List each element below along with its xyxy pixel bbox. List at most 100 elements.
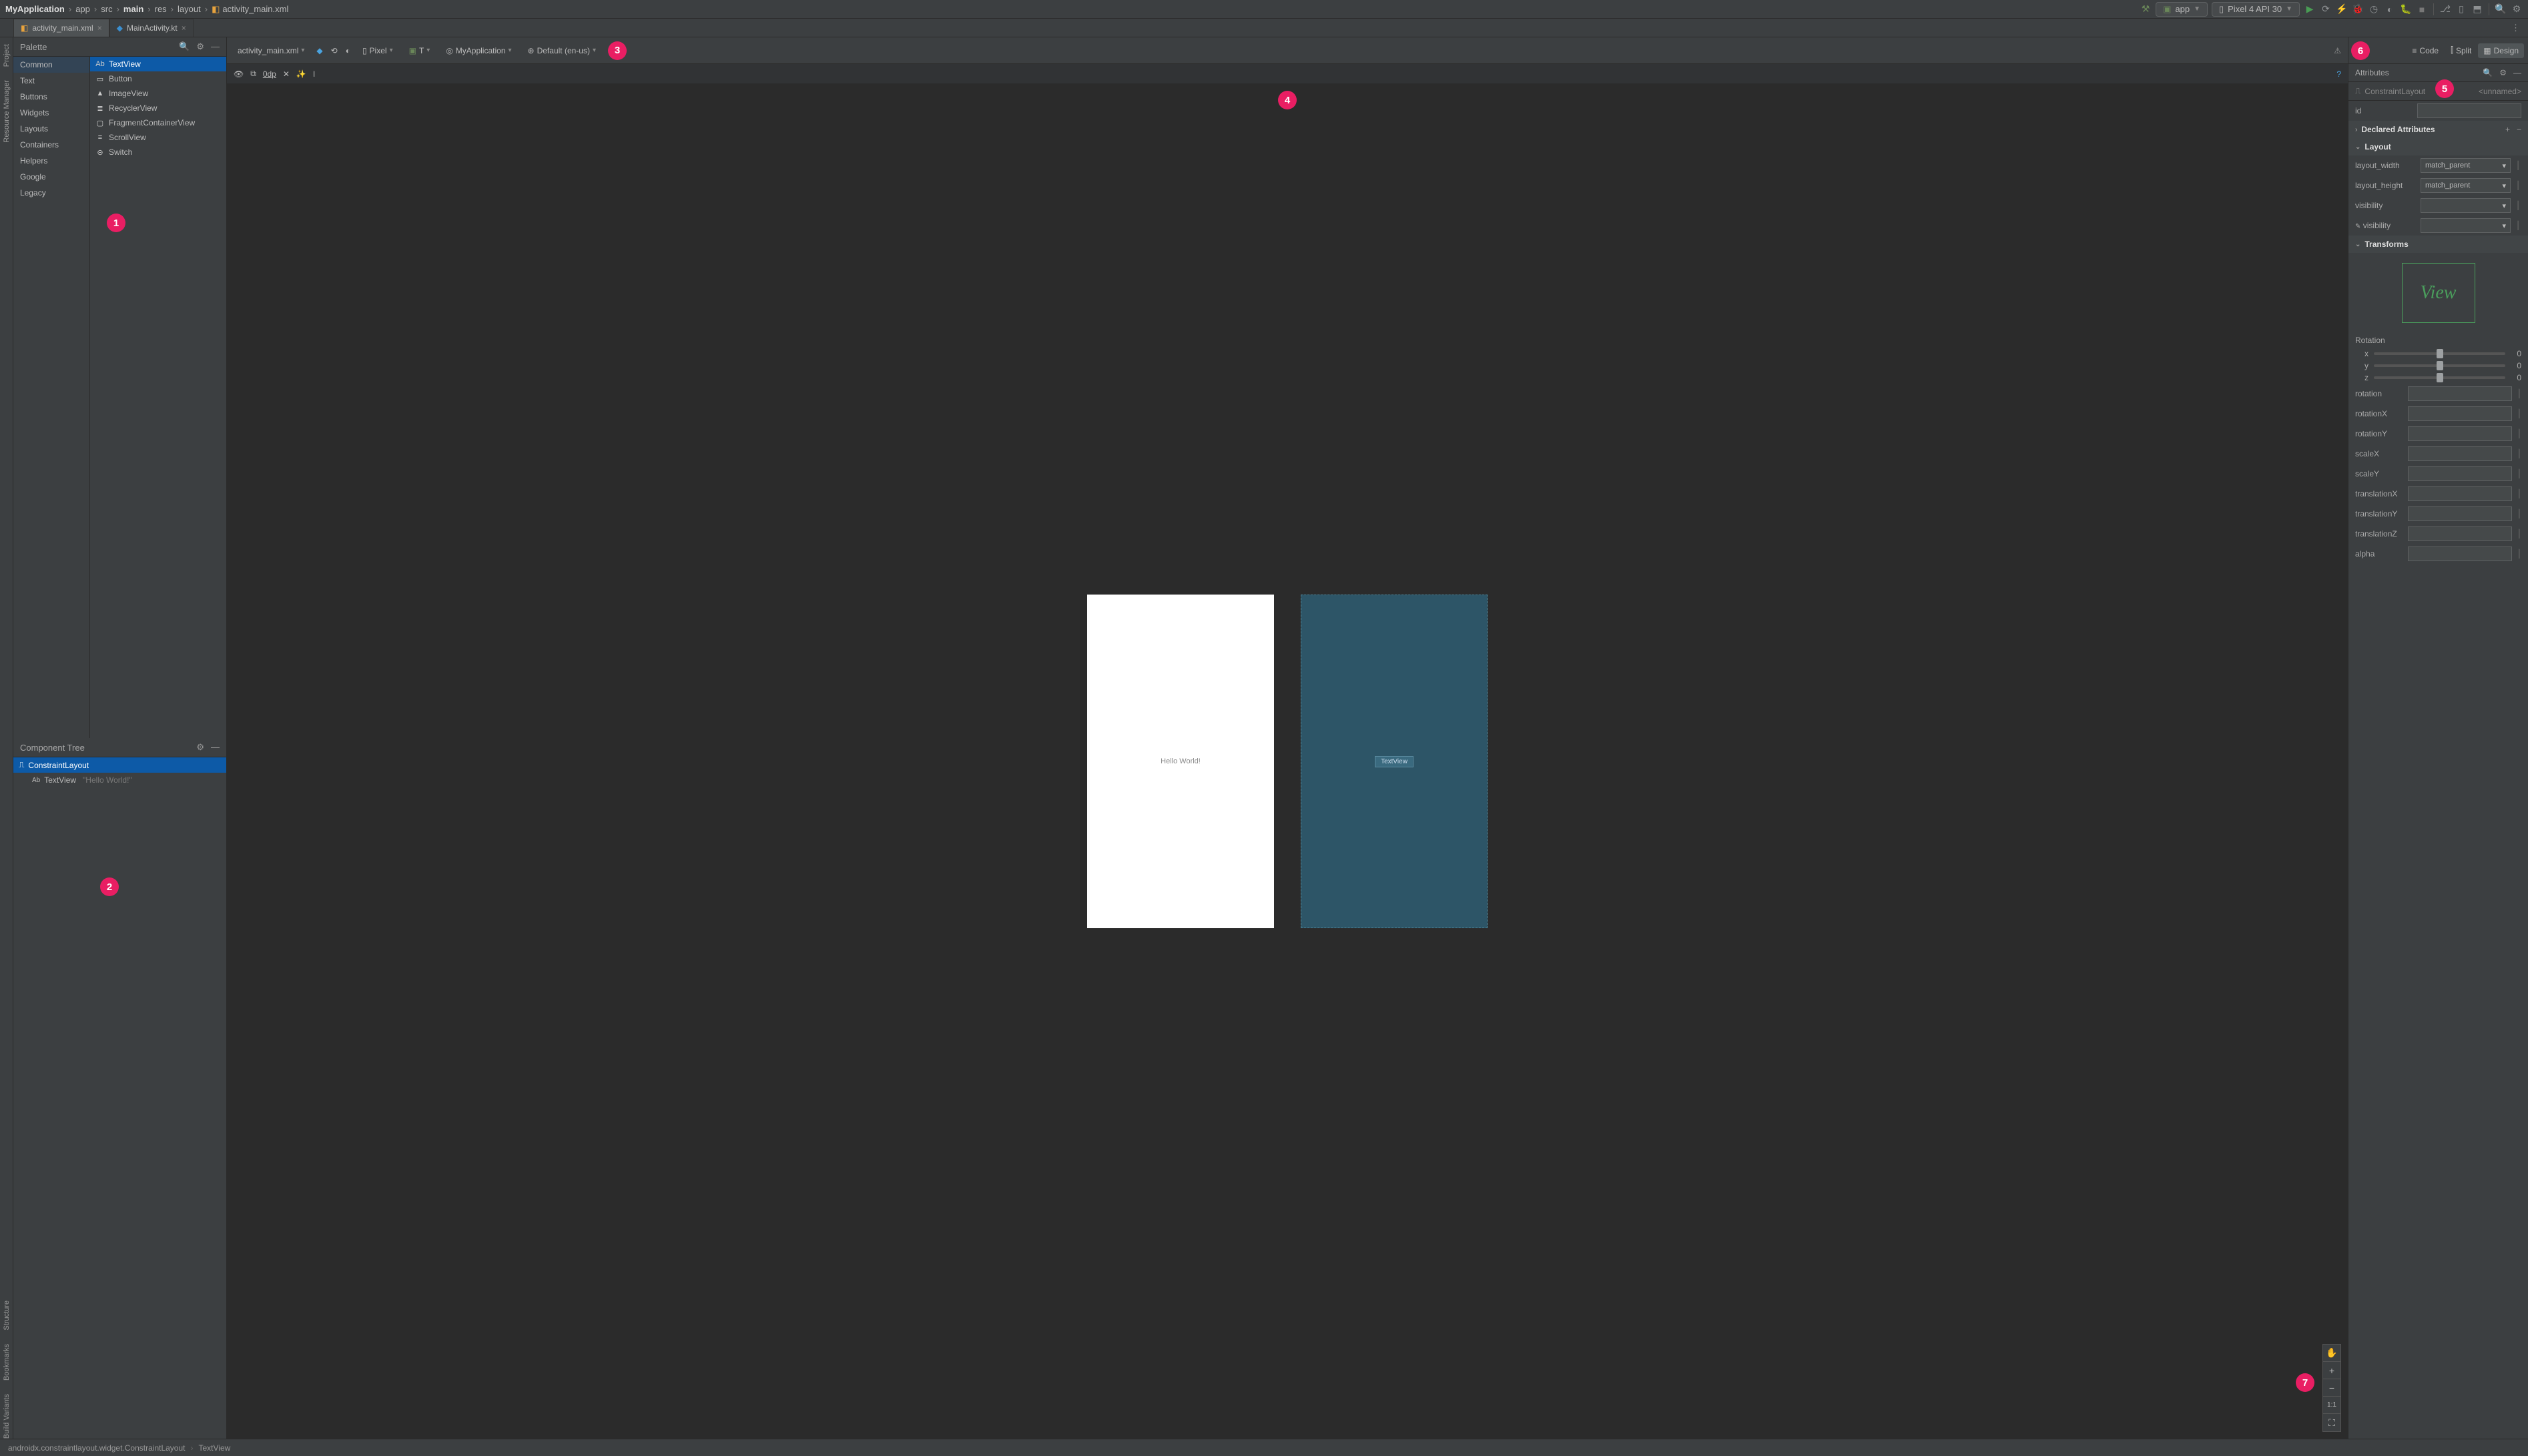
zoom-in-icon[interactable]: +: [2323, 1362, 2340, 1379]
sdk-icon[interactable]: ⬒: [2471, 3, 2483, 15]
breadcrumb-item[interactable]: res: [155, 4, 167, 14]
hammer-build-icon[interactable]: ⚒: [2140, 3, 2152, 15]
palette-cat-common[interactable]: Common: [13, 57, 89, 73]
warnings-icon[interactable]: ⚠: [2334, 46, 2341, 55]
palette-cat-containers[interactable]: Containers: [13, 137, 89, 153]
eye-icon[interactable]: 👁: [234, 69, 244, 79]
bind-icon[interactable]: ⎮: [2517, 449, 2521, 458]
attr-section-transforms[interactable]: ⌄ Transforms: [2348, 236, 2528, 253]
rail-structure[interactable]: Structure: [3, 1301, 11, 1331]
gear-icon[interactable]: ⚙: [196, 742, 204, 753]
pan-icon[interactable]: ✋: [2323, 1345, 2340, 1362]
attr-input-scalex[interactable]: [2408, 446, 2512, 461]
palette-cat-buttons[interactable]: Buttons: [13, 89, 89, 105]
attr-input-translationx[interactable]: [2408, 486, 2512, 501]
breadcrumb-item[interactable]: app: [75, 4, 90, 14]
breadcrumb-item[interactable]: main: [123, 4, 143, 14]
orientation-icon[interactable]: ⟲: [331, 46, 338, 55]
slider-z[interactable]: z 0: [2348, 372, 2528, 384]
theme-dropdown[interactable]: ◎ MyApplication▾: [442, 45, 515, 57]
apply-code-icon[interactable]: ⚡: [2336, 3, 2348, 15]
coverage-icon[interactable]: ◐: [2384, 3, 2396, 15]
attr-input-rotationx[interactable]: [2408, 406, 2512, 421]
device-preview[interactable]: Hello World!: [1087, 595, 1274, 928]
surface-mode-icon[interactable]: ◆: [316, 46, 322, 55]
debug-bug-icon[interactable]: 🐞: [2352, 3, 2364, 15]
guidelines-icon[interactable]: I: [313, 69, 315, 79]
slider-thumb[interactable]: [2437, 349, 2443, 358]
attr-input-rotationy[interactable]: [2408, 426, 2512, 441]
palette-cat-legacy[interactable]: Legacy: [13, 185, 89, 201]
view-design-button[interactable]: ▦ Design: [2478, 43, 2524, 58]
tab-activity-main[interactable]: ◧ activity_main.xml ×: [13, 19, 109, 37]
minimize-icon[interactable]: —: [211, 41, 220, 52]
breadcrumb-item[interactable]: MyApplication: [5, 4, 65, 14]
device-dropdown[interactable]: ▯ Pixel▾: [358, 45, 397, 57]
attr-select-visibility[interactable]: ▾: [2421, 198, 2511, 213]
gear-icon[interactable]: ⚙: [196, 41, 204, 52]
gear-icon[interactable]: ⚙: [2499, 68, 2507, 77]
minimize-icon[interactable]: —: [211, 742, 220, 753]
bind-icon[interactable]: ⎮: [2517, 429, 2521, 438]
slider-track[interactable]: [2374, 376, 2505, 379]
bind-icon[interactable]: ⎮: [2516, 201, 2521, 210]
device-dropdown[interactable]: ▯ Pixel 4 API 30 ▼: [2212, 2, 2300, 17]
add-icon[interactable]: +: [2505, 125, 2510, 134]
bind-icon[interactable]: ⎮: [2516, 181, 2521, 190]
blueprint-textview[interactable]: TextView: [1375, 756, 1413, 767]
tab-overflow-icon[interactable]: ⋮: [2511, 19, 2528, 37]
attr-select-tools-visibility[interactable]: ▾: [2421, 218, 2511, 233]
zoom-expand-icon[interactable]: ⛶: [2323, 1414, 2340, 1431]
attr-input-alpha[interactable]: [2408, 547, 2512, 561]
design-surface[interactable]: 4 Hello World! TextView 7 ✋ + − 1:1 ⛶: [227, 84, 2348, 1439]
search-icon[interactable]: 🔍: [179, 41, 190, 52]
attr-input-translationy[interactable]: [2408, 506, 2512, 521]
profiler-icon[interactable]: ◷: [2368, 3, 2380, 15]
git-icon[interactable]: ⎇: [2439, 3, 2451, 15]
magnet-icon[interactable]: ⧉: [250, 69, 256, 79]
run-play-icon[interactable]: ▶: [2304, 3, 2316, 15]
bind-icon[interactable]: ⎮: [2517, 489, 2521, 498]
remove-icon[interactable]: −: [2517, 125, 2521, 134]
bind-icon[interactable]: ⎮: [2517, 549, 2521, 559]
status-type[interactable]: androidx.constraintlayout.widget.Constra…: [8, 1443, 186, 1453]
attr-section-layout[interactable]: ⌄ Layout: [2348, 138, 2528, 155]
slider-thumb[interactable]: [2437, 361, 2443, 370]
slider-y[interactable]: y 0: [2348, 360, 2528, 372]
palette-item-switch[interactable]: ⊝ Switch: [90, 145, 226, 159]
slider-track[interactable]: [2374, 352, 2505, 355]
rail-resource-manager[interactable]: Resource Manager: [3, 80, 11, 143]
bind-icon[interactable]: ⎮: [2517, 409, 2521, 418]
rail-bookmarks[interactable]: Bookmarks: [3, 1344, 11, 1381]
palette-item-button[interactable]: ▭ Button: [90, 71, 226, 86]
avd-icon[interactable]: ▯: [2455, 3, 2467, 15]
run-config-app-dropdown[interactable]: ▣ app ▼: [2156, 2, 2208, 17]
status-selection[interactable]: TextView: [199, 1443, 231, 1453]
attr-input-translationz[interactable]: [2408, 526, 2512, 541]
nightmode-icon[interactable]: ◐: [346, 46, 350, 55]
slider-thumb[interactable]: [2437, 373, 2443, 382]
search-icon[interactable]: 🔍: [2495, 3, 2507, 15]
zoom-out-icon[interactable]: −: [2323, 1379, 2340, 1397]
palette-item-imageview[interactable]: ▲ ImageView: [90, 86, 226, 101]
clear-constraints-icon[interactable]: ✕: [283, 69, 290, 79]
bind-icon[interactable]: ⎮: [2517, 469, 2521, 478]
breadcrumb-item[interactable]: src: [101, 4, 112, 14]
breadcrumb[interactable]: MyApplication› app› src› main› res› layo…: [5, 4, 288, 15]
slider-track[interactable]: [2374, 364, 2505, 367]
locale-dropdown[interactable]: ⊕ Default (en-us)▾: [524, 45, 600, 57]
rail-project[interactable]: Project: [3, 44, 11, 67]
palette-item-recyclerview[interactable]: ≣ RecyclerView: [90, 101, 226, 115]
palette-item-textview[interactable]: Ab TextView: [90, 57, 226, 71]
settings-gear-icon[interactable]: ⚙: [2511, 3, 2523, 15]
attr-select-layout-height[interactable]: match_parent▾: [2421, 178, 2511, 193]
attr-select-layout-width[interactable]: match_parent▾: [2421, 158, 2511, 173]
attr-section-declared[interactable]: › Declared Attributes + −: [2348, 121, 2528, 138]
attr-input-scaley[interactable]: [2408, 466, 2512, 481]
api-dropdown[interactable]: ▣ T▾: [405, 45, 434, 57]
attr-input-id[interactable]: [2417, 103, 2521, 118]
breadcrumb-item[interactable]: layout: [178, 4, 201, 14]
palette-item-fragmentcontainer[interactable]: ▢ FragmentContainerView: [90, 115, 226, 130]
zoom-fit-icon[interactable]: 1:1: [2323, 1397, 2340, 1414]
breadcrumb-item[interactable]: activity_main.xml: [222, 4, 288, 14]
